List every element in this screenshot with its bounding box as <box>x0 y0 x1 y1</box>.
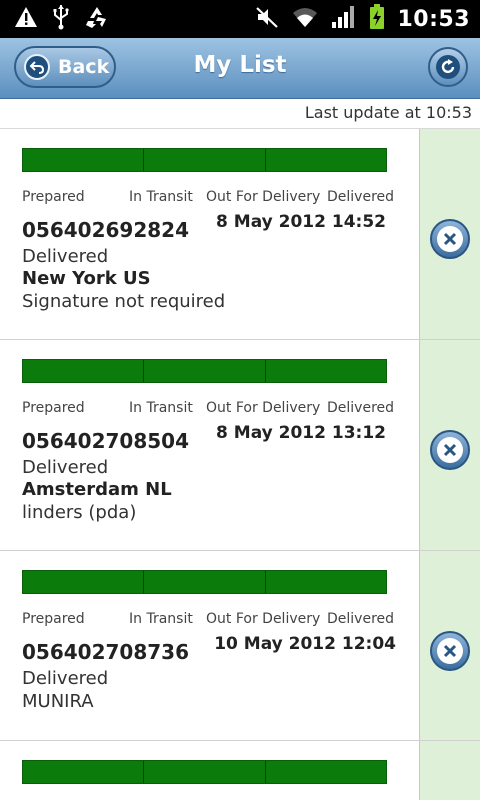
progress-bar <box>22 148 387 172</box>
progress-divider <box>265 149 266 171</box>
item-side-panel <box>419 340 480 550</box>
remove-button[interactable] <box>430 631 470 671</box>
stage-delivered: Delivered <box>327 400 395 416</box>
stage-delivered: Delivered <box>327 611 395 627</box>
stage-out-for-delivery: Out For Delivery <box>206 189 321 205</box>
shipment-location: New York US <box>22 268 151 289</box>
progress-divider <box>265 571 266 593</box>
stage-in-transit: In Transit <box>129 611 193 627</box>
stage-out-for-delivery: Out For Delivery <box>206 611 321 627</box>
progress-divider <box>265 360 266 382</box>
progress-bar <box>22 359 387 383</box>
nav-bar: Back My List <box>0 38 480 99</box>
progress-divider <box>265 761 266 783</box>
progress-divider <box>143 360 144 382</box>
stage-labels: Prepared In Transit Out For Delivery Del… <box>22 400 394 420</box>
remove-button[interactable] <box>430 219 470 259</box>
page-title: My List <box>193 52 287 78</box>
stage-labels: Prepared In Transit Out For Delivery Del… <box>22 189 394 209</box>
refresh-button[interactable] <box>428 47 468 87</box>
status-bar: 10:53 <box>0 0 480 38</box>
refresh-icon <box>436 55 460 79</box>
last-update-text: Last update at 10:53 <box>304 103 472 122</box>
stage-in-transit: In Transit <box>129 400 193 416</box>
tracking-number: 056402692824 <box>22 218 189 242</box>
progress-bar <box>22 760 387 784</box>
stage-out-for-delivery: Out For Delivery <box>206 400 321 416</box>
clock: 10:53 <box>397 6 470 32</box>
stage-in-transit: In Transit <box>129 189 193 205</box>
delivery-datetime: 8 May 2012 14:52 <box>216 212 386 232</box>
last-update-bar: Last update at 10:53 <box>0 99 480 129</box>
mute-icon <box>255 5 279 33</box>
shipment-item[interactable] <box>0 741 480 800</box>
remove-button[interactable] <box>430 430 470 470</box>
shipment-note: linders (pda) <box>22 502 137 523</box>
signal-icon <box>331 5 357 33</box>
delivery-datetime: 8 May 2012 13:12 <box>216 423 386 443</box>
close-icon <box>437 638 463 664</box>
warning-icon <box>14 6 38 32</box>
wifi-icon <box>291 6 319 32</box>
usb-icon <box>52 4 70 34</box>
recycle-icon <box>84 5 110 33</box>
item-side-panel <box>419 741 480 800</box>
close-icon <box>437 437 463 463</box>
delivery-datetime: 10 May 2012 12:04 <box>214 634 396 654</box>
stage-prepared: Prepared <box>22 611 85 627</box>
stage-prepared: Prepared <box>22 189 85 205</box>
item-side-panel <box>419 129 480 339</box>
tracking-number: 056402708736 <box>22 640 189 664</box>
item-side-panel <box>419 551 480 740</box>
shipment-status: Delivered <box>22 457 109 478</box>
shipment-item[interactable]: Prepared In Transit Out For Delivery Del… <box>0 340 480 551</box>
stage-labels: Prepared In Transit Out For Delivery Del… <box>22 611 394 631</box>
shipment-status: Delivered <box>22 668 109 689</box>
shipment-status: Delivered <box>22 246 109 267</box>
progress-divider <box>143 149 144 171</box>
shipment-item[interactable]: Prepared In Transit Out For Delivery Del… <box>0 129 480 340</box>
stage-prepared: Prepared <box>22 400 85 416</box>
shipment-list[interactable]: Prepared In Transit Out For Delivery Del… <box>0 129 480 800</box>
shipment-location: Amsterdam NL <box>22 479 172 500</box>
progress-divider <box>143 571 144 593</box>
close-icon <box>437 226 463 252</box>
progress-bar <box>22 570 387 594</box>
tracking-number: 056402708504 <box>22 429 189 453</box>
shipment-note: MUNIRA <box>22 691 94 712</box>
stage-delivered: Delivered <box>327 189 395 205</box>
battery-charging-icon <box>369 4 385 34</box>
progress-divider <box>143 761 144 783</box>
shipment-item[interactable]: Prepared In Transit Out For Delivery Del… <box>0 551 480 741</box>
shipment-note: Signature not required <box>22 291 226 312</box>
